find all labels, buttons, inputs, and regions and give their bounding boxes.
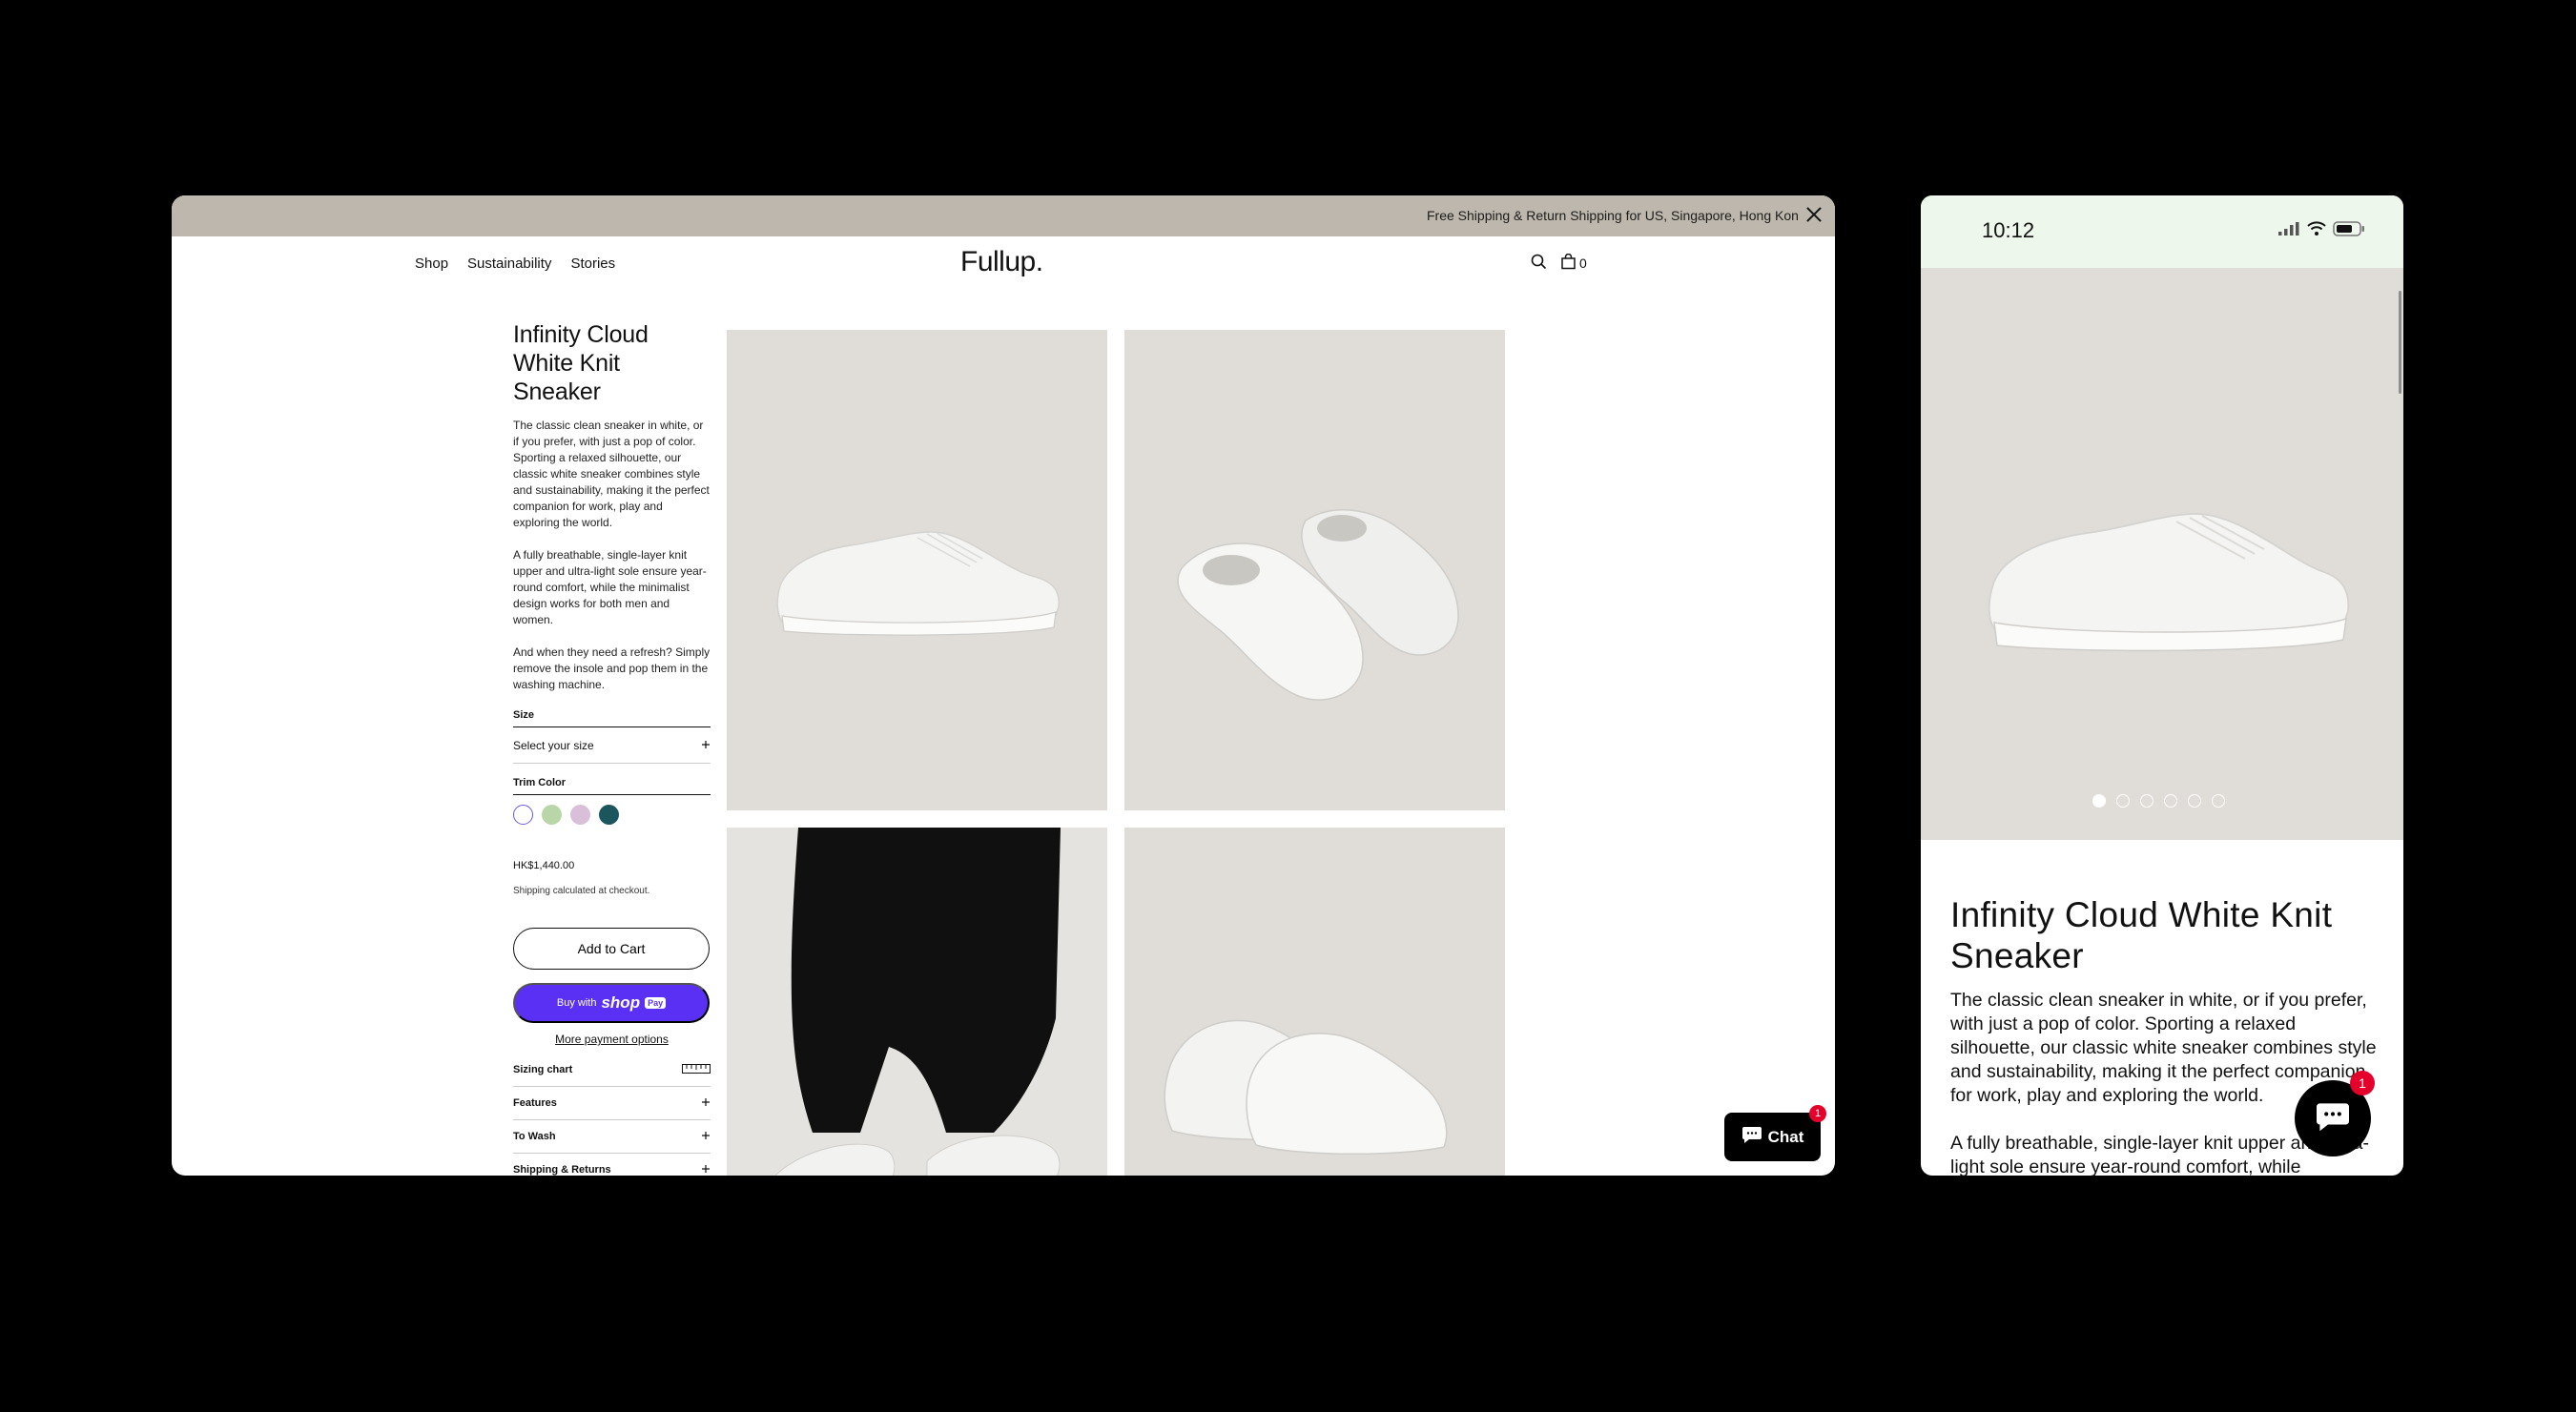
chat-icon	[2315, 1100, 2351, 1137]
announcement-text: Free Shipping & Return Shipping for US, …	[1427, 208, 1799, 223]
carousel-dot[interactable]	[2212, 794, 2225, 808]
sneaker-side-illustration	[776, 531, 1060, 636]
product-price: HK$1,440.00	[513, 860, 575, 871]
site-logo[interactable]: Fullup.	[960, 246, 1043, 278]
plus-icon	[701, 739, 711, 752]
accordion-label: Shipping & Returns	[513, 1164, 611, 1176]
carousel-dot[interactable]	[2140, 794, 2154, 808]
trim-color-swatches	[513, 805, 711, 825]
description-paragraph: A fully breathable, single-layer knit up…	[513, 548, 707, 626]
accordion-label: Features	[513, 1097, 557, 1109]
mobile-phone-window: 10:12 Infinity Cloud White Knit Sneaker …	[1921, 195, 2403, 1176]
chat-notification-badge: 1	[1809, 1105, 1826, 1122]
carousel-dot[interactable]	[2116, 794, 2130, 808]
status-time: 10:12	[1982, 218, 2035, 242]
carousel-dot[interactable]	[2188, 794, 2201, 808]
swatch-white[interactable]	[513, 805, 533, 825]
description-paragraph: And when they need a refresh? Simply rem…	[513, 645, 711, 691]
to-wash-accordion[interactable]: To Wash	[513, 1120, 711, 1154]
model-wearing-sneakers-illustration	[774, 828, 1061, 1176]
cart-count: 0	[1579, 256, 1587, 271]
scrollbar[interactable]	[2399, 291, 2401, 394]
cart-icon	[1560, 253, 1577, 273]
buy-with-label: Buy with	[556, 997, 597, 1009]
mobile-product-title: Infinity Cloud White Knit Sneaker	[1950, 895, 2333, 975]
features-accordion[interactable]: Features	[513, 1087, 711, 1120]
site-header: Shop Sustainability Stories Fullup. 0	[172, 236, 1835, 291]
nav-link-sustainability[interactable]: Sustainability	[467, 256, 551, 272]
carousel-dot[interactable]	[2092, 794, 2106, 808]
close-icon[interactable]	[1803, 203, 1825, 226]
shipping-note: Shipping calculated at checkout.	[513, 886, 650, 896]
accordion-label: Sizing chart	[513, 1064, 573, 1075]
status-bar: 10:12	[1921, 195, 2403, 268]
sneaker-side-illustration	[1988, 513, 2350, 652]
add-to-cart-button[interactable]: Add to Cart	[513, 928, 710, 970]
carousel-dot[interactable]	[2164, 794, 2177, 808]
chat-label: Chat	[1767, 1127, 1804, 1146]
chat-icon	[1741, 1125, 1762, 1149]
swatch-lilac[interactable]	[570, 805, 590, 825]
sizing-chart-row[interactable]: Sizing chart	[513, 1054, 711, 1087]
desktop-browser-window: Free Shipping & Return Shipping for US, …	[172, 195, 1835, 1176]
shipping-returns-accordion[interactable]: Shipping & Returns	[513, 1154, 711, 1176]
size-label: Size	[513, 709, 711, 727]
carousel-dots	[2092, 794, 2225, 808]
product-image-pair[interactable]	[1124, 330, 1505, 810]
header-icons: 0	[1531, 253, 1587, 273]
pay-badge: Pay	[645, 997, 667, 1009]
mobile-chat-button[interactable]: 1	[2295, 1071, 2375, 1156]
search-icon[interactable]	[1531, 254, 1547, 273]
shop-pay-button[interactable]: Buy with shop Pay	[513, 983, 710, 1023]
shop-pay-logo: shop	[601, 993, 641, 1012]
signal-icon	[2277, 221, 2300, 241]
nav-link-shop[interactable]: Shop	[415, 256, 448, 272]
chat-notification-badge: 1	[2350, 1071, 2375, 1095]
accordion-label: To Wash	[513, 1131, 556, 1142]
trim-color-label: Trim Color	[513, 777, 711, 795]
product-image-heel[interactable]	[1124, 828, 1505, 1176]
chat-button[interactable]: Chat 1	[1724, 1105, 1826, 1161]
plus-icon	[701, 1131, 711, 1143]
plus-icon	[701, 1164, 711, 1177]
product-image-carousel[interactable]	[1921, 268, 2403, 840]
size-select[interactable]: Select your size	[513, 727, 711, 764]
wifi-icon	[2307, 221, 2326, 241]
product-info: Infinity Cloud White Knit Sneaker The cl…	[513, 320, 711, 1176]
product-description: The classic clean sneaker in white, or i…	[513, 418, 711, 693]
nav-link-stories[interactable]: Stories	[570, 256, 615, 272]
status-icons	[2277, 221, 2365, 241]
swatch-sage[interactable]	[542, 805, 562, 825]
description-paragraph: The classic clean sneaker in white, or i…	[513, 419, 710, 529]
size-select-value: Select your size	[513, 738, 594, 752]
more-payment-options-link[interactable]: More payment options	[513, 1033, 711, 1046]
plus-icon	[701, 1097, 711, 1110]
product-image-lifestyle[interactable]	[727, 828, 1107, 1176]
sneaker-heel-illustration	[1164, 1019, 1448, 1156]
announcement-bar: Free Shipping & Return Shipping for US, …	[172, 195, 1835, 236]
sneaker-pair-illustration	[1177, 509, 1459, 701]
ruler-icon	[682, 1063, 711, 1076]
product-image-side[interactable]	[727, 330, 1107, 810]
cart-button[interactable]: 0	[1560, 253, 1587, 273]
main-nav: Shop Sustainability Stories	[415, 256, 615, 272]
swatch-teal[interactable]	[599, 805, 619, 825]
battery-icon	[2333, 221, 2365, 241]
product-title: Infinity Cloud White Knit Sneaker	[513, 321, 649, 405]
